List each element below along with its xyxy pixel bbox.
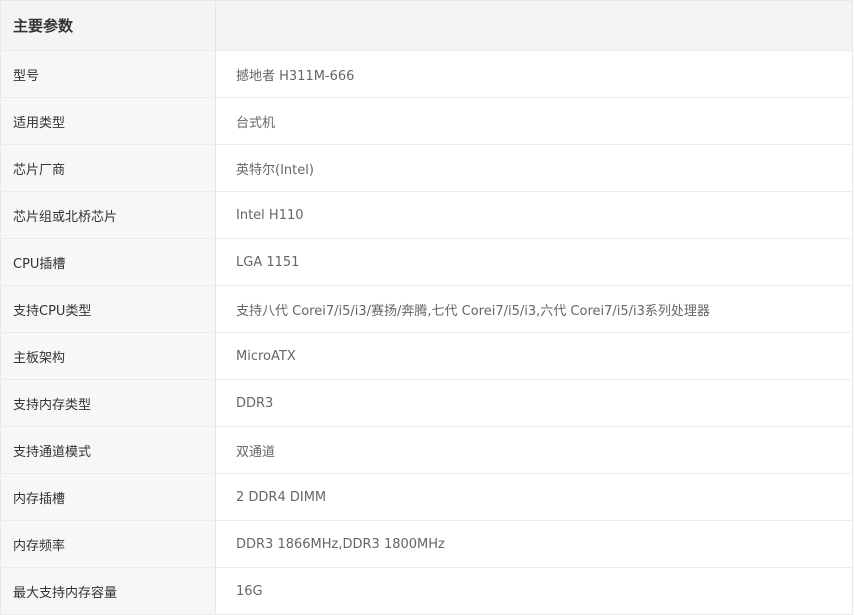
spec-row-memory-type: 支持内存类型 DDR3 <box>0 379 853 427</box>
spec-row-channel-mode: 支持通道模式 双通道 <box>0 426 853 474</box>
spec-row-applicable-type: 适用类型 台式机 <box>0 97 853 145</box>
spec-row-cpu-support: 支持CPU类型 支持八代 Corei7/i5/i3/赛扬/奔腾,七代 Corei… <box>0 285 853 333</box>
spec-value: 撼地者 H311M-666 <box>215 50 853 98</box>
spec-label: 支持内存类型 <box>0 379 216 427</box>
spec-label: 支持通道模式 <box>0 426 216 474</box>
spec-row-memory-slots: 内存插槽 2 DDR4 DIMM <box>0 473 853 521</box>
spec-label: 主板架构 <box>0 332 216 380</box>
spec-value: 英特尔(Intel) <box>215 144 853 192</box>
spec-label: CPU插槽 <box>0 238 216 286</box>
spec-label: 内存插槽 <box>0 473 216 521</box>
spec-row-chip-vendor: 芯片厂商 英特尔(Intel) <box>0 144 853 192</box>
spec-row-memory-frequency: 内存频率 DDR3 1866MHz,DDR3 1800MHz <box>0 520 853 568</box>
spec-row-max-memory: 最大支持内存容量 16G <box>0 567 853 615</box>
spec-value: LGA 1151 <box>215 238 853 286</box>
spec-label: 芯片组或北桥芯片 <box>0 191 216 239</box>
spec-label: 内存频率 <box>0 520 216 568</box>
section-title: 主要参数 <box>0 0 216 51</box>
header-blank-cell <box>215 0 853 51</box>
spec-value: DDR3 <box>215 379 853 427</box>
spec-table-header: 主要参数 <box>0 0 853 51</box>
spec-row-cpu-socket: CPU插槽 LGA 1151 <box>0 238 853 286</box>
spec-label: 支持CPU类型 <box>0 285 216 333</box>
spec-value: MicroATX <box>215 332 853 380</box>
spec-label: 芯片厂商 <box>0 144 216 192</box>
spec-row-chipset: 芯片组或北桥芯片 Intel H110 <box>0 191 853 239</box>
spec-value: DDR3 1866MHz,DDR3 1800MHz <box>215 520 853 568</box>
spec-value: 支持八代 Corei7/i5/i3/赛扬/奔腾,七代 Corei7/i5/i3,… <box>215 285 853 333</box>
spec-value: Intel H110 <box>215 191 853 239</box>
spec-row-form-factor: 主板架构 MicroATX <box>0 332 853 380</box>
spec-value: 2 DDR4 DIMM <box>215 473 853 521</box>
spec-label: 最大支持内存容量 <box>0 567 216 615</box>
spec-label: 适用类型 <box>0 97 216 145</box>
spec-value: 双通道 <box>215 426 853 474</box>
spec-value: 16G <box>215 567 853 615</box>
spec-row-model: 型号 撼地者 H311M-666 <box>0 50 853 98</box>
spec-label: 型号 <box>0 50 216 98</box>
spec-table: 主要参数 型号 撼地者 H311M-666 适用类型 台式机 芯片厂商 英特尔(… <box>0 0 853 615</box>
spec-value: 台式机 <box>215 97 853 145</box>
